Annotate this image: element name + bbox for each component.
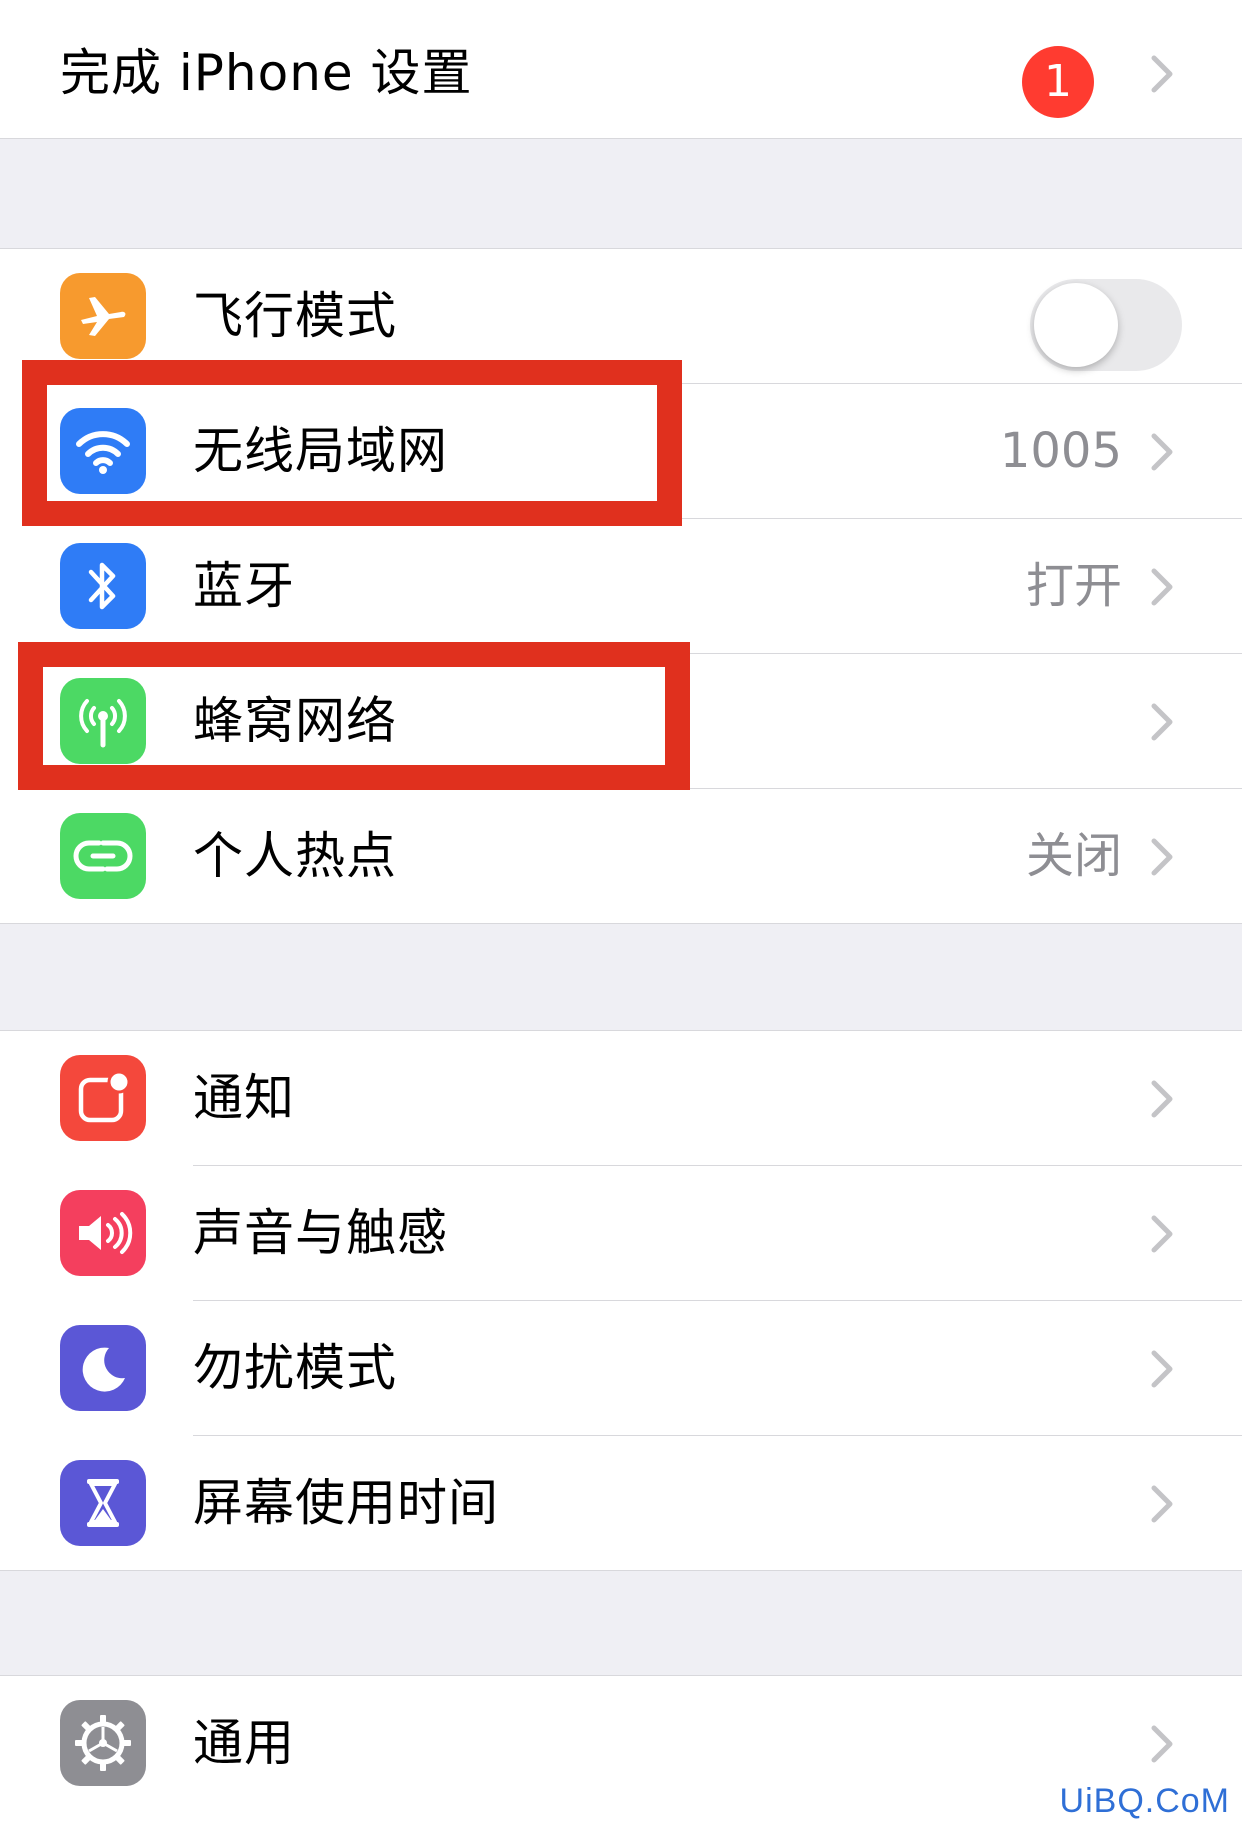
sounds-row[interactable]: 声音与触感: [0, 1166, 1242, 1301]
gear-icon: [60, 1700, 146, 1786]
bluetooth-row[interactable]: 蓝牙 打开: [0, 519, 1242, 654]
general-row[interactable]: 通用: [0, 1676, 1242, 1811]
screen-time-label: 屏幕使用时间: [193, 1474, 499, 1532]
cellular-antenna-icon: [60, 678, 146, 764]
airplane-mode-row[interactable]: 飞行模式: [0, 249, 1242, 384]
do-not-disturb-row[interactable]: 勿扰模式: [0, 1301, 1242, 1436]
bluetooth-icon: [60, 543, 146, 629]
wifi-row[interactable]: 无线局域网 1005: [0, 384, 1242, 519]
chevron-right-icon: [1142, 1724, 1182, 1764]
finish-setup-label: 完成 iPhone 设置: [60, 44, 473, 102]
wifi-label: 无线局域网: [193, 422, 448, 480]
chevron-right-icon: [1142, 567, 1182, 607]
chevron-right-icon: [1142, 837, 1182, 877]
chevron-right-icon: [1142, 54, 1182, 94]
notification-badge: 1: [1022, 46, 1094, 118]
do-not-disturb-label: 勿扰模式: [193, 1339, 397, 1397]
airplane-mode-toggle[interactable]: [1030, 279, 1182, 371]
hotspot-link-icon: [60, 813, 146, 899]
chevron-right-icon: [1142, 1214, 1182, 1254]
cellular-row[interactable]: 蜂窝网络: [0, 654, 1242, 789]
notifications-row[interactable]: 通知: [0, 1031, 1242, 1166]
chevron-right-icon: [1142, 1079, 1182, 1119]
cellular-label: 蜂窝网络: [193, 692, 397, 750]
general-group: 通用: [0, 1675, 1242, 1824]
notifications-label: 通知: [193, 1069, 295, 1127]
hotspot-row[interactable]: 个人热点 关闭: [0, 789, 1242, 924]
finish-setup-row[interactable]: 完成 iPhone 设置 1: [0, 6, 1242, 141]
airplane-mode-label: 飞行模式: [193, 287, 397, 345]
chevron-right-icon: [1142, 702, 1182, 742]
connectivity-group: 飞行模式 无线局域网 1005 蓝牙 打开 蜂窝网络 个人热点 关闭: [0, 248, 1242, 924]
chevron-right-icon: [1142, 1484, 1182, 1524]
hourglass-icon: [60, 1460, 146, 1546]
bluetooth-status: 打开: [1025, 558, 1122, 614]
hotspot-status: 关闭: [1025, 828, 1122, 884]
general-label: 通用: [193, 1714, 295, 1772]
chevron-right-icon: [1142, 432, 1182, 472]
hotspot-label: 个人热点: [193, 827, 397, 885]
notifications-icon: [60, 1055, 146, 1141]
wifi-icon: [60, 408, 146, 494]
moon-icon: [60, 1325, 146, 1411]
speaker-icon: [60, 1190, 146, 1276]
wifi-network-name: 1005: [999, 423, 1122, 479]
setup-group: 完成 iPhone 设置 1: [0, 0, 1242, 139]
toggle-knob: [1034, 283, 1118, 367]
watermark: UiBQ.CoM: [1059, 1782, 1230, 1820]
screen-time-row[interactable]: 屏幕使用时间: [0, 1436, 1242, 1571]
chevron-right-icon: [1142, 1349, 1182, 1389]
notifications-group: 通知 声音与触感 勿扰模式 屏幕使用时间: [0, 1030, 1242, 1571]
sounds-label: 声音与触感: [193, 1204, 448, 1262]
airplane-icon: [60, 273, 146, 359]
bluetooth-label: 蓝牙: [193, 557, 295, 615]
